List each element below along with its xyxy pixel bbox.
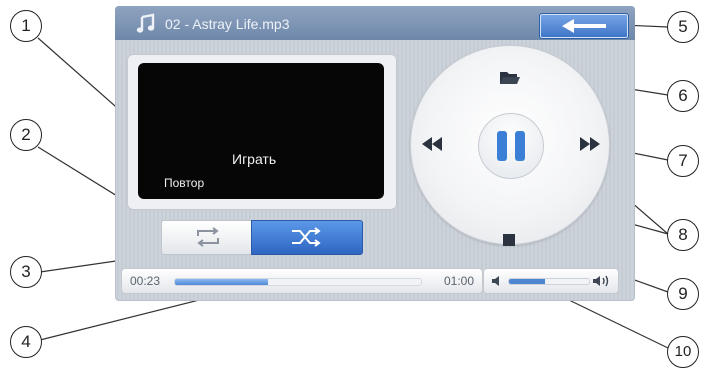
callout-9: 9 [667,278,699,310]
play-menu-item[interactable]: Играть [232,151,276,167]
total-time: 01:00 [443,274,474,288]
back-button[interactable] [539,13,629,39]
callout-4: 4 [10,326,42,358]
display-frame: Играть Повтор [127,54,397,210]
track-title: 02 - Astray Life.mp3 [165,16,290,32]
callout-3: 3 [10,256,42,288]
callout-10: 10 [667,336,699,368]
current-time: 00:23 [130,274,161,288]
back-arrow-icon [562,19,606,33]
repeat-icon [197,227,219,247]
music-player-window: 02 - Astray Life.mp3 Играть Повтор 00:23 [115,6,635,301]
volume-fill [509,279,545,284]
repeat-button[interactable] [161,220,253,255]
display-screen: Играть Повтор [138,63,384,199]
repeat-menu-item[interactable]: Повтор [164,176,204,190]
callout-8: 8 [667,219,699,251]
volume-bar [483,268,619,294]
callout-7: 7 [667,145,699,177]
seek-bar: 00:23 01:00 [121,268,483,294]
progress-fill [175,279,269,285]
rewind-icon[interactable] [421,136,443,152]
callout-5: 5 [667,11,699,43]
pause-button[interactable] [478,113,544,179]
title-bar: 02 - Astray Life.mp3 [115,6,635,40]
volume-high-icon [593,275,609,287]
volume-low-icon [492,276,499,286]
pause-icon [497,131,525,161]
callout-6: 6 [667,80,699,112]
callout-2: 2 [10,119,42,151]
progress-track[interactable] [174,278,422,286]
folder-icon[interactable] [499,70,521,86]
volume-slider[interactable] [508,278,590,285]
control-dial [410,45,610,247]
music-note-icon [136,13,155,33]
fast-forward-icon[interactable] [579,136,601,152]
callout-1: 1 [10,10,42,42]
shuffle-button[interactable] [251,220,363,255]
shuffle-icon [292,227,321,247]
stop-icon[interactable] [502,233,516,247]
